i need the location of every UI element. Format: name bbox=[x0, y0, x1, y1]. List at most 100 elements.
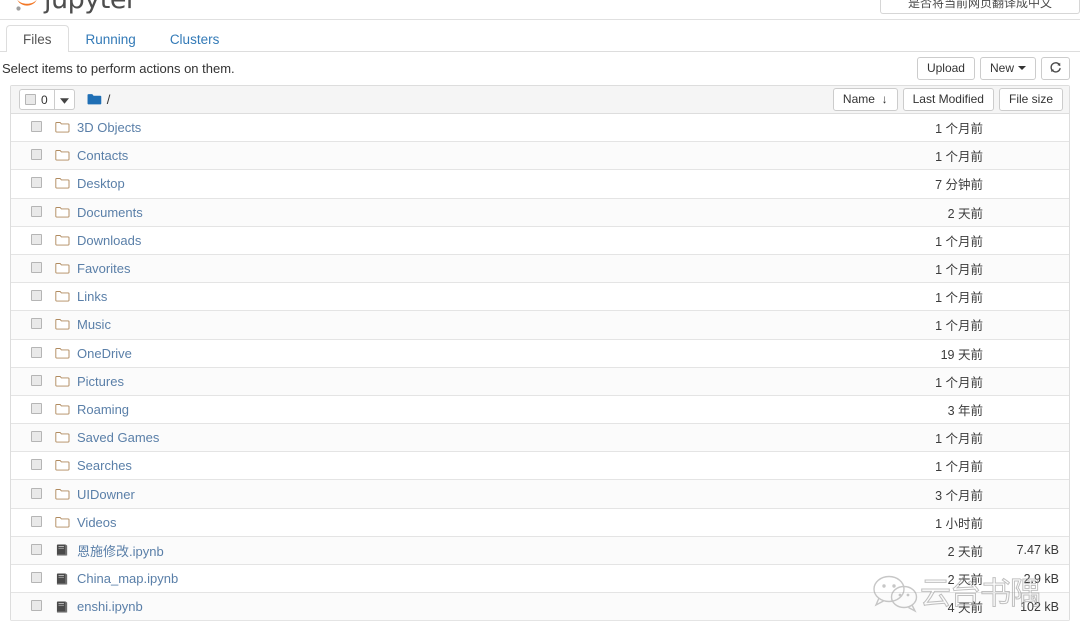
table-row[interactable]: Pictures 1 个月前 bbox=[11, 367, 1069, 396]
file-modified: 1 个月前 bbox=[935, 291, 983, 306]
row-checkbox-cell bbox=[31, 289, 55, 304]
row-checkbox[interactable] bbox=[31, 262, 42, 274]
table-row[interactable]: Music 1 个月前 bbox=[11, 311, 1069, 340]
table-row[interactable]: 3D Objects 1 个月前 bbox=[11, 114, 1069, 143]
table-row[interactable]: Contacts 1 个月前 bbox=[11, 142, 1069, 171]
table-row[interactable]: Favorites 1 个月前 bbox=[11, 254, 1069, 284]
tab-files[interactable]: Files bbox=[6, 24, 69, 52]
file-modified: 2 天前 bbox=[947, 544, 983, 559]
file-modified: 2 天前 bbox=[947, 206, 983, 221]
tab-running[interactable]: Running bbox=[69, 25, 153, 53]
sort-by-modified-button[interactable]: Last Modified bbox=[902, 87, 994, 112]
folder-icon bbox=[55, 347, 77, 360]
file-name-link[interactable]: Searches bbox=[77, 458, 847, 473]
row-checkbox[interactable] bbox=[31, 318, 42, 330]
table-row[interactable]: Downloads 1 个月前 bbox=[11, 226, 1069, 255]
select-all-checkbox[interactable] bbox=[25, 94, 36, 105]
file-name-link[interactable]: OneDrive bbox=[77, 346, 847, 361]
file-modified: 19 天前 bbox=[940, 347, 983, 362]
row-checkbox-cell bbox=[31, 543, 55, 558]
table-row[interactable]: Links 1 个月前 bbox=[11, 283, 1069, 312]
file-name-link[interactable]: Music bbox=[77, 317, 847, 332]
tab-clusters[interactable]: Clusters bbox=[153, 25, 237, 53]
new-button[interactable]: New bbox=[979, 56, 1036, 81]
folder-icon bbox=[55, 403, 77, 416]
row-checkbox-cell bbox=[31, 487, 55, 502]
file-name-link[interactable]: Roaming bbox=[77, 402, 847, 417]
file-modified: 7 分钟前 bbox=[935, 178, 983, 193]
row-checkbox[interactable] bbox=[31, 402, 42, 414]
file-name-link[interactable]: 恩施修改.ipynb bbox=[77, 541, 847, 560]
breadcrumb-path[interactable]: / bbox=[107, 92, 111, 107]
file-modified: 3 年前 bbox=[947, 403, 983, 418]
folder-icon bbox=[55, 318, 77, 331]
selected-count: 0 bbox=[41, 92, 48, 107]
row-checkbox[interactable] bbox=[31, 177, 42, 189]
row-checkbox[interactable] bbox=[31, 374, 42, 386]
jupyter-wordmark: jupyter bbox=[44, 0, 137, 15]
row-checkbox[interactable] bbox=[31, 487, 42, 499]
table-row[interactable]: Desktop 7 分钟前 bbox=[11, 170, 1069, 199]
row-checkbox[interactable] bbox=[31, 290, 42, 302]
upload-button[interactable]: Upload bbox=[916, 56, 975, 81]
sort-by-name-button[interactable]: Name ↓ bbox=[832, 87, 898, 112]
refresh-button[interactable] bbox=[1041, 56, 1070, 81]
action-bar: Select items to perform actions on them.… bbox=[0, 52, 1080, 85]
select-all-box[interactable]: 0 bbox=[19, 89, 55, 110]
row-checkbox[interactable] bbox=[31, 543, 42, 555]
row-checkbox-cell bbox=[31, 402, 55, 417]
breadcrumb[interactable]: / bbox=[87, 92, 111, 107]
file-name-link[interactable]: Saved Games bbox=[77, 430, 847, 445]
row-checkbox[interactable] bbox=[31, 459, 42, 471]
file-name-link[interactable]: Pictures bbox=[77, 374, 847, 389]
file-name-link[interactable]: Desktop bbox=[77, 176, 847, 191]
folder-icon bbox=[55, 121, 77, 134]
row-checkbox[interactable] bbox=[31, 600, 42, 612]
table-row[interactable]: Documents 2 天前 bbox=[11, 198, 1069, 227]
file-name-link[interactable]: Downloads bbox=[77, 233, 847, 248]
row-checkbox-cell bbox=[31, 458, 55, 473]
file-name-link[interactable]: Contacts bbox=[77, 148, 847, 163]
row-checkbox[interactable] bbox=[31, 572, 42, 584]
file-name-link[interactable]: enshi.ipynb bbox=[77, 599, 847, 614]
selection-hint: Select items to perform actions on them. bbox=[2, 61, 235, 76]
selection-dropdown-button[interactable] bbox=[54, 89, 75, 110]
row-checkbox[interactable] bbox=[31, 346, 42, 358]
file-name-link[interactable]: Favorites bbox=[77, 261, 847, 276]
notebook-icon bbox=[55, 572, 77, 586]
row-checkbox[interactable] bbox=[31, 515, 42, 527]
table-row[interactable]: Saved Games 1 个月前 bbox=[11, 424, 1069, 453]
file-name-link[interactable]: Links bbox=[77, 289, 847, 304]
refresh-icon bbox=[1049, 61, 1062, 77]
file-name-link[interactable]: Videos bbox=[77, 515, 847, 530]
new-button-label: New bbox=[989, 60, 1014, 75]
file-name-link[interactable]: UIDowner bbox=[77, 487, 847, 502]
file-name-link[interactable]: 3D Objects bbox=[77, 120, 847, 135]
table-row[interactable]: 恩施修改.ipynb 2 天前 7.47 kB bbox=[11, 536, 1069, 565]
row-checkbox[interactable] bbox=[31, 205, 42, 217]
file-modified: 1 个月前 bbox=[935, 263, 983, 278]
row-checkbox-cell bbox=[31, 233, 55, 248]
row-checkbox[interactable] bbox=[31, 149, 42, 161]
sort-by-size-button[interactable]: File size bbox=[998, 87, 1063, 112]
table-row[interactable]: Searches 1 个月前 bbox=[11, 452, 1069, 481]
file-size: 102 kB bbox=[1020, 599, 1059, 614]
row-checkbox[interactable] bbox=[31, 233, 42, 245]
table-row[interactable]: enshi.ipynb 4 天前 102 kB bbox=[11, 593, 1069, 622]
table-row[interactable]: China_map.ipynb 2 天前 2.9 kB bbox=[11, 565, 1069, 594]
file-name-link[interactable]: Documents bbox=[77, 205, 847, 220]
translate-prompt-bar[interactable]: 是否将当前网页翻译成中文 bbox=[880, 0, 1080, 14]
file-modified: 4 天前 bbox=[947, 601, 983, 616]
table-row[interactable]: Videos 1 小时前 bbox=[11, 508, 1069, 537]
row-checkbox[interactable] bbox=[31, 431, 42, 443]
row-checkbox-cell bbox=[31, 374, 55, 389]
folder-icon bbox=[55, 262, 77, 275]
jupyter-logo[interactable]: jupyter bbox=[14, 0, 137, 15]
table-row[interactable]: OneDrive 19 天前 bbox=[11, 339, 1069, 368]
table-row[interactable]: UIDowner 3 个月前 bbox=[11, 480, 1069, 509]
file-name-link[interactable]: China_map.ipynb bbox=[77, 571, 847, 586]
row-checkbox[interactable] bbox=[31, 121, 42, 133]
table-row[interactable]: Roaming 3 年前 bbox=[11, 395, 1069, 425]
row-checkbox-cell bbox=[31, 599, 55, 614]
row-checkbox-cell bbox=[31, 205, 55, 220]
